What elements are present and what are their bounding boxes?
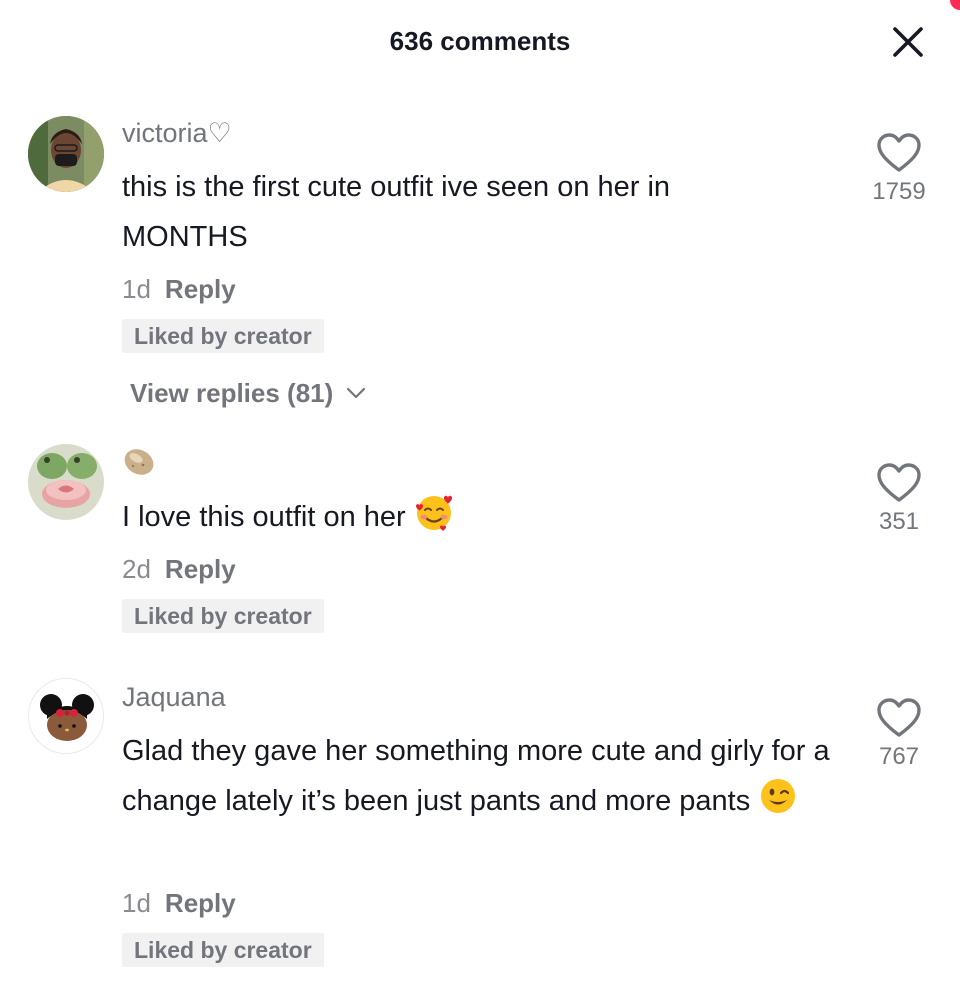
like-count: 767 [878,743,920,770]
comment-meta: 1d Reply [122,274,236,305]
liked-by-creator-badge: Liked by creator [122,599,324,633]
heart-icon[interactable] [876,132,922,174]
like-control[interactable]: 1759 [862,132,936,206]
like-count: 1759 [872,178,926,205]
like-control[interactable]: 767 [862,697,936,771]
like-count: 351 [878,508,920,535]
liked-by-creator-badge: Liked by creator [122,319,324,353]
comment-text: Glad they gave her something more cute a… [122,735,830,817]
potato-emoji-icon [124,449,154,475]
comment-age: 2d [122,554,151,584]
comment-age: 1d [122,888,151,918]
reply-button[interactable]: Reply [165,888,236,918]
winking-face-icon [761,779,796,813]
smiling-face-with-hearts-icon [415,495,452,531]
liked-by-creator-badge: Liked by creator [122,933,324,967]
comment-author[interactable]: Jaquana [122,682,226,713]
avatar[interactable] [28,678,104,754]
chevron-down-icon [346,387,365,399]
close-button[interactable] [888,22,928,62]
close-icon [893,27,923,57]
comment-age: 1d [122,274,151,304]
comment-meta: 2d Reply [122,554,236,585]
comment-author[interactable] [122,446,156,479]
comment-text: I love this outfit on her [122,492,852,542]
comment-text: this is the first cute outfit ive seen o… [122,171,671,253]
view-replies-label: View replies (81) [130,378,334,408]
reply-button[interactable]: Reply [165,274,236,304]
comment-author[interactable]: victoria♡ [122,118,232,149]
view-replies-button[interactable]: View replies (81) [130,378,367,409]
avatar[interactable] [28,116,104,192]
reply-button[interactable]: Reply [165,554,236,584]
avatar[interactable] [28,444,104,520]
comments-count-title: 636 comments [389,26,571,56]
heart-icon[interactable] [876,462,922,504]
heart-icon[interactable] [876,697,922,739]
comments-header: 636 comments [0,0,960,84]
like-control[interactable]: 351 [862,462,936,536]
comment-meta: 1d Reply [122,888,236,919]
